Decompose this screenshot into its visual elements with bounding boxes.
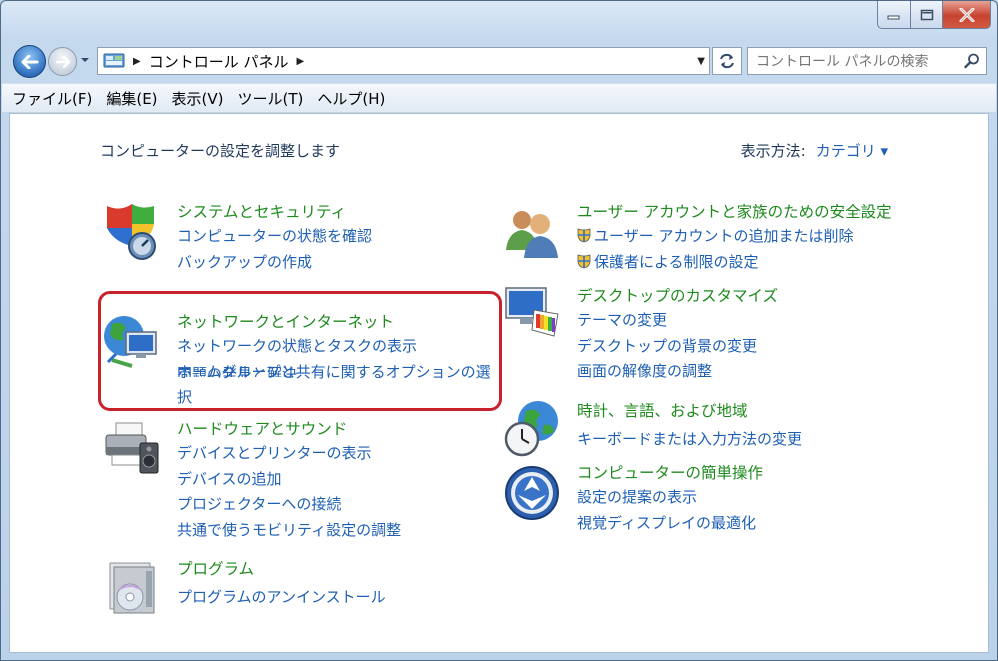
view-by-label: 表示方法: — [740, 142, 806, 160]
category-link[interactable]: ユーザー アカウントの追加または削除 — [577, 224, 892, 250]
category-link[interactable]: デバイスとプリンターの表示 — [177, 441, 401, 467]
category-link[interactable]: コンピューターの状態を確認 — [177, 224, 372, 250]
search-box[interactable] — [747, 47, 987, 75]
close-icon — [959, 7, 974, 22]
ease-of-access-icon[interactable] — [502, 461, 562, 521]
category-link[interactable]: バックアップの作成 — [177, 250, 372, 276]
back-button[interactable] — [13, 45, 46, 78]
category-title[interactable]: デスクトップのカスタマイズ — [577, 284, 778, 308]
menu-bar: ファイル(F) 編集(E) 表示(V) ツール(T) ヘルプ(H) — [2, 83, 996, 113]
category-link[interactable]: 視覚ディスプレイの最適化 — [577, 511, 763, 537]
category-link[interactable]: プロジェクターへの接続 — [177, 492, 401, 518]
page-title: コンピューターの設定を調整します — [100, 142, 341, 160]
address-bar[interactable]: ▶ コントロール パネル ▶ ▼ — [97, 47, 710, 75]
category-title[interactable]: ハードウェアとサウンド — [177, 417, 401, 441]
clock-globe-icon[interactable] — [502, 399, 562, 459]
category-link-text[interactable]: ユーザー アカウントの追加または削除 — [594, 227, 853, 245]
programs-disc-icon[interactable] — [102, 557, 162, 617]
category-link[interactable]: デスクトップの背景の変更 — [577, 334, 778, 360]
maximize-icon — [920, 9, 933, 20]
content-pane: コンピューターの設定を調整します 表示方法: カテゴリ ▾ システムとセキュリティ… — [9, 113, 989, 653]
control-panel-icon — [103, 53, 125, 68]
category-title[interactable]: ユーザー アカウントと家族のための安全設定 — [577, 200, 892, 224]
address-dropdown-icon[interactable]: ▼ — [697, 56, 705, 67]
uac-shield-icon — [577, 228, 591, 243]
minimize-icon — [887, 15, 900, 19]
printer-speaker-icon[interactable] — [102, 417, 162, 477]
caption-buttons — [877, 1, 991, 29]
breadcrumb-separator-icon[interactable]: ▶ — [296, 56, 304, 67]
highlight-annotation-box — [98, 291, 502, 411]
category-title[interactable]: 時計、言語、および地域 — [577, 399, 802, 423]
breadcrumb-separator-icon[interactable]: ▶ — [133, 56, 141, 67]
category-link[interactable]: キーボードまたは入力方法の変更 — [577, 427, 802, 453]
category-title[interactable]: システムとセキュリティ — [177, 200, 372, 224]
close-button[interactable] — [943, 1, 991, 29]
navigation-bar: ▶ コントロール パネル ▶ ▼ — [1, 39, 997, 83]
menu-edit[interactable]: 編集(E) — [99, 88, 164, 109]
view-by-dropdown[interactable]: カテゴリ ▾ — [816, 142, 888, 160]
view-by: 表示方法: カテゴリ ▾ — [741, 140, 888, 161]
desktop-palette-icon[interactable] — [502, 284, 562, 344]
users-icon[interactable] — [502, 200, 562, 260]
refresh-button[interactable] — [712, 47, 742, 75]
recent-pages-dropdown[interactable] — [80, 53, 90, 67]
category-title[interactable]: コンピューターの簡単操作 — [577, 461, 763, 485]
refresh-icon — [720, 53, 734, 69]
category-title[interactable]: プログラム — [177, 557, 386, 581]
shield-icon[interactable] — [102, 200, 162, 260]
category-link[interactable]: 画面の解像度の調整 — [577, 359, 778, 385]
menu-file[interactable]: ファイル(F) — [2, 88, 99, 109]
category-link[interactable]: 共通で使うモビリティ設定の調整 — [177, 518, 401, 544]
minimize-button[interactable] — [877, 1, 911, 29]
forward-arrow-icon — [55, 55, 70, 68]
menu-help[interactable]: ヘルプ(H) — [310, 88, 392, 109]
breadcrumb-control-panel[interactable]: コントロール パネル — [149, 51, 289, 72]
uac-shield-icon — [577, 253, 591, 268]
category-link[interactable]: デバイスの追加 — [177, 467, 401, 493]
control-panel-window: ▶ コントロール パネル ▶ ▼ ファイル(F) 編集(E) 表示(V) ツール… — [0, 0, 998, 661]
category-link[interactable]: 保護者による制限の設定 — [577, 250, 892, 276]
menu-view[interactable]: 表示(V) — [165, 88, 231, 109]
category-link-text[interactable]: 保護者による制限の設定 — [594, 253, 759, 271]
category-link[interactable]: プログラムのアンインストール — [177, 585, 386, 611]
search-icon[interactable] — [964, 53, 980, 69]
maximize-button[interactable] — [911, 1, 943, 29]
search-input[interactable] — [754, 49, 958, 75]
category-link[interactable]: テーマの変更 — [577, 308, 778, 334]
forward-button[interactable] — [48, 47, 77, 76]
back-arrow-icon — [21, 54, 38, 69]
menu-tools[interactable]: ツール(T) — [231, 88, 311, 109]
category-link[interactable]: 設定の提案の表示 — [577, 485, 763, 511]
